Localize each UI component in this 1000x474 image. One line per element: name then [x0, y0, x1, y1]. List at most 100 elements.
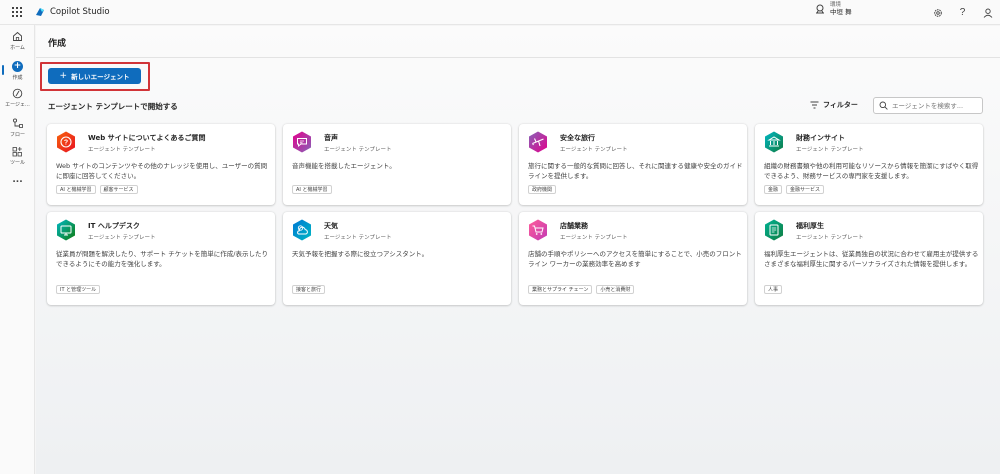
weather-icon: [293, 219, 311, 241]
copilot-studio-logo-icon: [36, 8, 44, 16]
main-content: 作成 + 新しいエージェント エージェント テンプレートで開始する フィルター …: [36, 26, 1000, 474]
search-box[interactable]: [873, 97, 983, 114]
environment-picker[interactable]: 環境 中垣 舞: [815, 2, 852, 16]
nav-agents[interactable]: エージェ...: [0, 88, 35, 108]
question-mark-icon: ?: [959, 7, 966, 18]
card-subtitle: エージェント テンプレート: [88, 147, 156, 153]
airplane-icon: [529, 131, 547, 153]
card-title: IT ヘルプデスク: [88, 222, 140, 230]
app-launcher-button[interactable]: [0, 0, 34, 25]
waffle-icon: [12, 7, 22, 17]
template-card-web-faq[interactable]: ? Web サイトについてよくあるご質問 エージェント テンプレート Web サ…: [47, 124, 275, 205]
bank-icon: [765, 131, 783, 153]
nav-tools[interactable]: ツール: [0, 146, 35, 166]
card-tag: AI と機械学習: [292, 185, 332, 194]
search-icon: [879, 101, 888, 110]
tools-icon: [12, 147, 22, 157]
card-description: Web サイトのコンテンツやその他のナレッジを使用し、ユーザーの質問に即座に回答…: [56, 162, 268, 180]
card-title: 店舗業務: [560, 222, 588, 230]
card-tags: 人事: [764, 285, 783, 294]
cart-icon: [529, 219, 547, 241]
card-description: 従業員が問題を解決したり、サポート チケットを簡単に作成/表示したりできるように…: [56, 250, 268, 268]
card-tag: 顧客サービス: [99, 185, 138, 194]
settings-button[interactable]: [925, 0, 950, 25]
environment-icon: [816, 4, 824, 14]
new-agent-label: 新しいエージェント: [71, 73, 130, 81]
filter-icon: [810, 101, 819, 109]
svg-text:?: ?: [64, 140, 68, 147]
nav-create-label: 作成: [12, 75, 23, 81]
card-description: 音声機能を搭載したエージェント。: [292, 162, 396, 170]
card-title: 財務インサイト: [796, 134, 845, 142]
gear-icon: [933, 8, 942, 17]
environment-name: 中垣 舞: [830, 7, 852, 16]
card-description: 組織の財務書類や他の利用可能なリソースから情報を簡潔にすばやく取得できるよう、財…: [764, 162, 979, 180]
left-nav-rail: ホーム + 作成 エージェ... フロー ツール ...: [0, 25, 35, 474]
header-divider: [36, 57, 1000, 58]
card-description: 天気予報を把握する際に役立つアシスタント。: [292, 250, 429, 258]
card-tag: 人事: [764, 285, 783, 294]
template-card-store-operations[interactable]: 店舗業務 エージェント テンプレート 店舗の手順やポリシーへのアクセスを簡単にす…: [519, 212, 747, 305]
home-icon: [13, 31, 22, 41]
card-subtitle: エージェント テンプレート: [560, 235, 628, 241]
account-button[interactable]: [975, 0, 1000, 25]
template-card-it-helpdesk[interactable]: IT ヘルプデスク エージェント テンプレート 従業員が問題を解決したり、サポー…: [47, 212, 275, 305]
template-card-weather[interactable]: 天気 エージェント テンプレート 天気予報を把握する際に役立つアシスタント。 接…: [283, 212, 511, 305]
card-subtitle: エージェント テンプレート: [88, 235, 156, 241]
template-card-financial-insights[interactable]: 財務インサイト エージェント テンプレート 組織の財務書類や他の利用可能なリソー…: [755, 124, 983, 205]
new-agent-button[interactable]: + 新しいエージェント: [48, 68, 141, 84]
card-tag: 小売と消費財: [596, 285, 635, 294]
section-title: エージェント テンプレートで開始する: [48, 102, 178, 111]
monitor-icon: [57, 219, 75, 241]
card-description: 旅行に関する一般的な質問に回答し、それに関連する健康や安全のガイドラインを提供し…: [528, 162, 743, 180]
flow-icon: [12, 118, 23, 128]
card-tag: 接客と旅行: [292, 285, 326, 294]
nav-flows-label: フロー: [9, 132, 25, 138]
nav-home[interactable]: ホーム: [0, 31, 35, 51]
card-tag: IT と管理ツール: [56, 285, 101, 294]
card-subtitle: エージェント テンプレート: [796, 235, 864, 241]
filter-button[interactable]: フィルター: [810, 100, 858, 110]
voice-chat-icon: [293, 131, 311, 153]
more-icon: ...: [12, 175, 23, 185]
agent-icon: [12, 88, 23, 99]
plus-circle-icon: +: [12, 61, 23, 72]
nav-create[interactable]: + 作成: [0, 61, 35, 81]
card-tags: 政府機関: [528, 185, 557, 194]
plus-icon: +: [59, 70, 68, 81]
card-title: 音声: [324, 134, 338, 142]
filter-label: フィルター: [823, 101, 858, 109]
card-subtitle: エージェント テンプレート: [796, 147, 864, 153]
card-tags: AI と機械学習: [292, 185, 332, 194]
card-subtitle: エージェント テンプレート: [324, 147, 392, 153]
nav-agents-label: エージェ...: [5, 102, 30, 108]
nav-tools-label: ツール: [9, 160, 25, 166]
card-title: 天気: [324, 222, 338, 230]
card-description: 店舗の手順やポリシーへのアクセスを簡単にすることで、小売のフロントライン ワーカ…: [528, 250, 742, 268]
card-subtitle: エージェント テンプレート: [560, 147, 628, 153]
card-tag: 政府機関: [528, 185, 557, 194]
card-tags: 金融 金融サービス: [764, 185, 825, 194]
card-tags: 接客と旅行: [292, 285, 326, 294]
nav-home-label: ホーム: [10, 45, 25, 51]
template-card-benefits[interactable]: 福利厚生 エージェント テンプレート 福利厚生エージェントは、従業員独自の状況に…: [755, 212, 983, 305]
app-brand[interactable]: Copilot Studio: [34, 6, 110, 18]
card-title: Web サイトについてよくあるご質問: [88, 134, 206, 142]
card-subtitle: エージェント テンプレート: [324, 235, 392, 241]
nav-more[interactable]: ...: [0, 175, 35, 185]
card-tag: 業務とサプライ チェーン: [528, 285, 593, 294]
help-button[interactable]: ?: [950, 0, 975, 25]
template-card-voice[interactable]: 音声 エージェント テンプレート 音声機能を搭載したエージェント。 AI と機械…: [283, 124, 511, 205]
document-icon: [765, 219, 783, 241]
card-title: 福利厚生: [796, 222, 824, 230]
card-tag: 金融: [764, 185, 783, 194]
card-tags: IT と管理ツール: [56, 285, 101, 294]
nav-flows[interactable]: フロー: [0, 118, 35, 138]
search-input[interactable]: [892, 101, 982, 110]
card-tags: AI と機械学習 顧客サービス: [56, 185, 138, 194]
card-tag: AI と機械学習: [56, 185, 96, 194]
card-description: 福利厚生エージェントは、従業員独自の状況に合わせて雇用主が提供するさまざまな福利…: [764, 250, 979, 268]
page-title: 作成: [48, 39, 67, 49]
template-card-safe-travel[interactable]: 安全な旅行 エージェント テンプレート 旅行に関する一般的な質問に回答し、それに…: [519, 124, 747, 205]
app-name: Copilot Studio: [50, 7, 110, 17]
